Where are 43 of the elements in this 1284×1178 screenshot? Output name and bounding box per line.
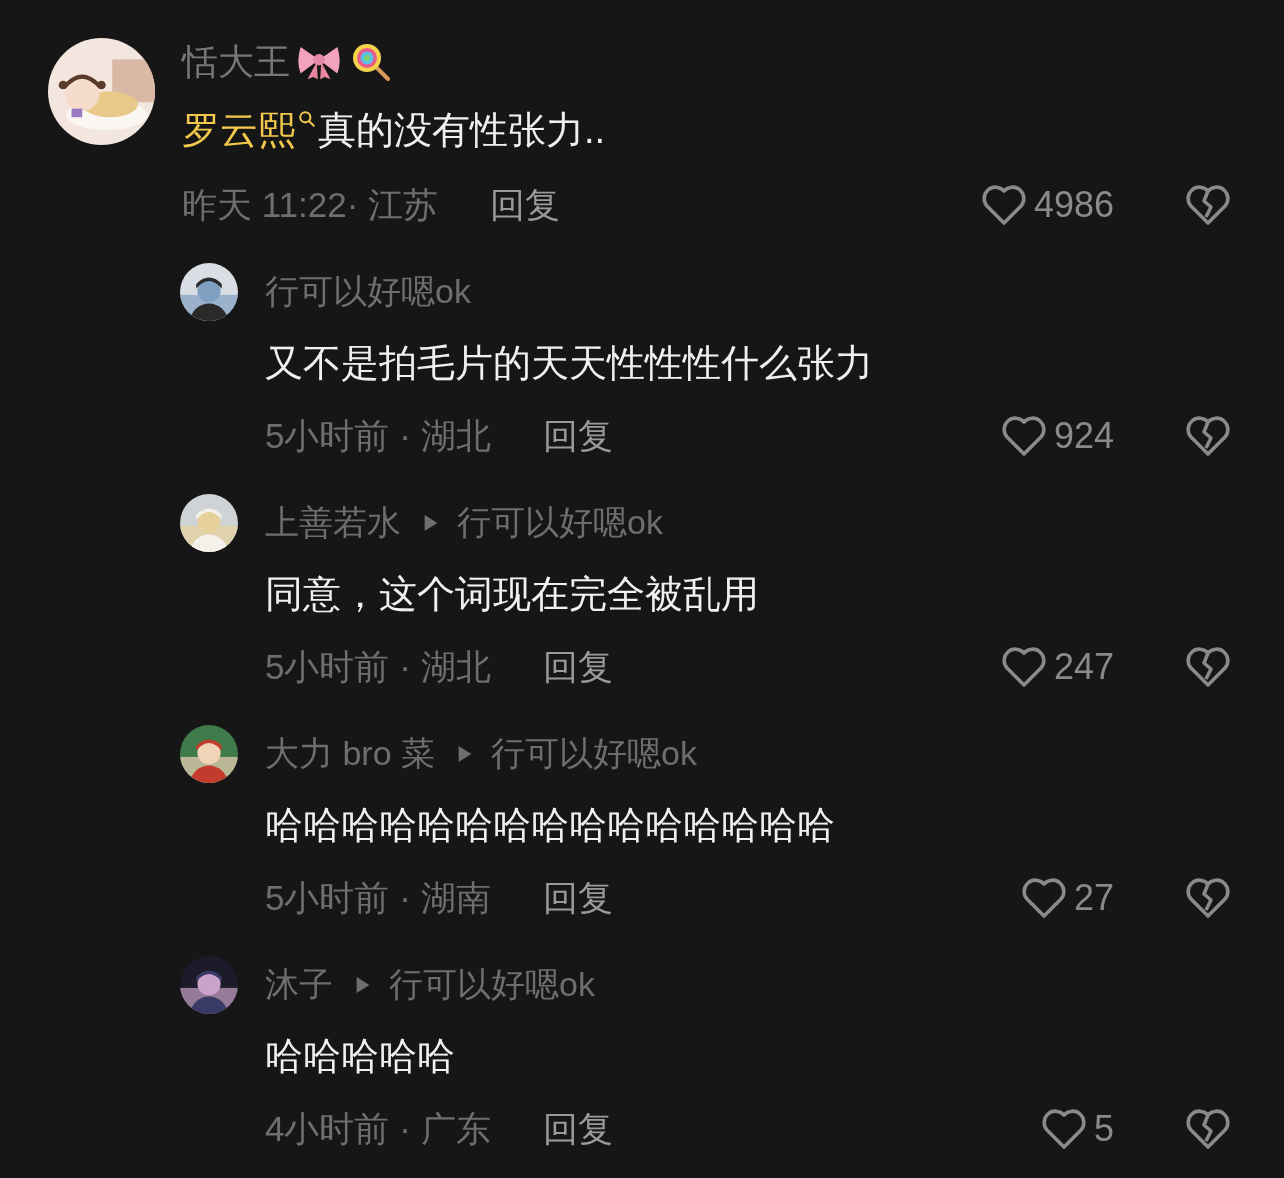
like-count: 27 [1073,877,1114,919]
broken-heart-icon[interactable] [1184,1107,1232,1151]
reply-button[interactable]: 回复 [542,412,613,460]
username[interactable]: 大力 bro 菜 [265,731,436,777]
username[interactable]: 上善若水 [265,500,401,546]
reply-target-username[interactable]: 行可以好嗯ok [389,962,595,1008]
reply-text: 同意，这个词现在完全被乱用 [265,571,759,617]
like-icon[interactable] [999,645,1048,689]
reply-target-username[interactable]: 行可以好嗯ok [457,500,663,546]
search-icon[interactable] [298,110,316,128]
triangle-icon [355,975,371,995]
reply-button[interactable]: 回复 [542,874,613,922]
broken-heart-icon[interactable] [1184,876,1232,920]
username[interactable]: 沐子 [265,962,333,1008]
like-icon[interactable] [979,183,1028,227]
timestamp: 5小时前 · 湖南 [265,876,491,919]
comment-text: 真的没有性张力.. [318,107,606,153]
timestamp: 昨天 11:22· 江苏 [182,183,439,226]
timestamp: 5小时前 · 湖北 [265,414,491,457]
like-count: 4986 [1033,184,1114,226]
broken-heart-icon[interactable] [1184,414,1232,458]
username[interactable]: 恬大王 [182,37,290,87]
timestamp: 5小时前 · 湖北 [265,645,491,688]
like-icon[interactable] [1039,1107,1088,1151]
reply-button[interactable]: 回复 [542,643,613,691]
broken-heart-icon[interactable] [1184,183,1232,227]
like-count: 247 [1053,646,1114,688]
like-icon[interactable] [999,414,1048,458]
like-count: 924 [1053,415,1114,457]
broken-heart-icon[interactable] [1184,645,1232,689]
reply-text: 又不是拍毛片的天天性性性什么张力 [265,340,873,386]
triangle-icon [457,744,474,764]
search-link[interactable]: 罗云熙 [182,104,296,156]
timestamp: 4小时前 · 广东 [265,1107,491,1150]
reply-button[interactable]: 回复 [542,1105,613,1153]
reply-text: 哈哈哈哈哈 [265,1033,455,1079]
reply-text: 哈哈哈哈哈哈哈哈哈哈哈哈哈哈哈 [265,802,835,848]
reply-button[interactable]: 回复 [490,181,561,229]
triangle-icon [423,513,439,533]
reply-target-username[interactable]: 行可以好嗯ok [491,731,697,777]
like-icon[interactable] [1019,876,1068,920]
username[interactable]: 行可以好嗯ok [265,269,471,315]
like-count: 5 [1093,1108,1114,1150]
